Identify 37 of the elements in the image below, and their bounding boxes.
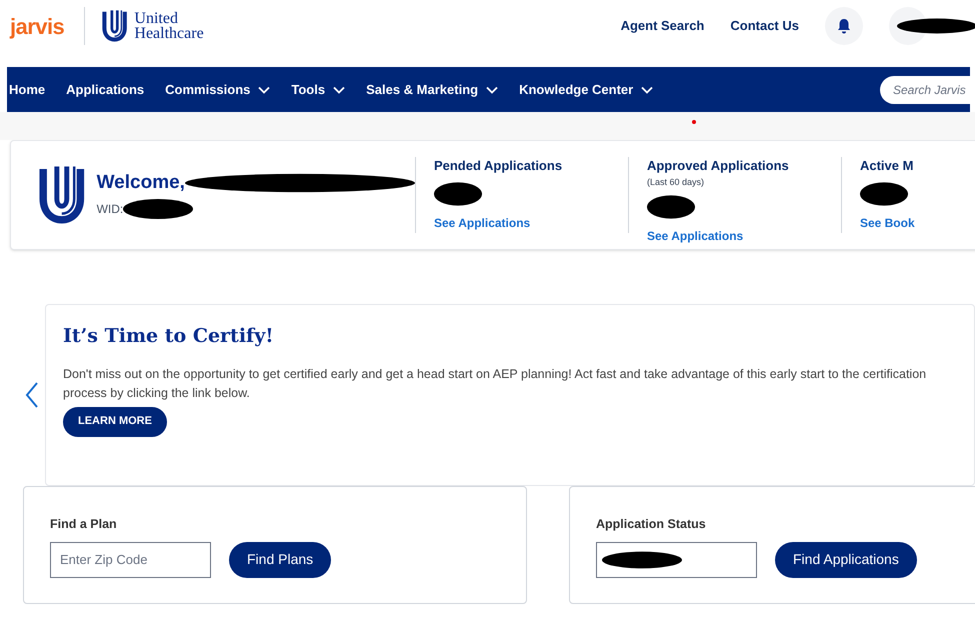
header-link[interactable]: Contact Us [730,16,799,36]
stat-title: Active M [860,157,914,175]
learn-more-button[interactable]: LEARN MORE [63,406,167,436]
redaction-mark [860,180,908,208]
nav-item[interactable]: Sales & Marketing [364,80,518,100]
chevron-left-icon [24,382,38,408]
logo-icon [101,9,128,43]
bell-icon [837,18,851,34]
stat-title: Approved Applications [646,157,790,175]
banner-title: It’s Time to Certify! [63,324,275,349]
stat-link[interactable]: See Book [860,214,975,232]
wid-label: WID: [96,201,124,218]
nav-item[interactable]: Commissions [163,80,290,100]
welcome-text: Welcome, [96,170,185,195]
stat-link[interactable]: See Applications [646,227,841,245]
banner-text: Don't miss out on the opportunity to get certified early and get a head start on AEP planning! Act fast and take advantage of this early start to the certification process by clicking the link below. [63,366,928,402]
search-field[interactable]: Search Jarvis [880,76,970,104]
notifications-button[interactable] [825,7,863,45]
nav-item[interactable]: Applications [64,80,164,100]
card-title: Application Status [596,516,707,533]
card-button[interactable]: Find Plans [229,542,332,578]
card-title: Find a Plan [50,516,118,533]
nav-item[interactable]: Knowledge Center [517,80,672,100]
nav-item[interactable]: Tools [289,80,364,100]
redaction-mark [434,180,482,208]
input-field[interactable]: Enter Zip Code [50,542,211,578]
input-field[interactable] [596,542,757,578]
redaction-mark [646,193,695,221]
redaction-mark [123,197,194,222]
header-link[interactable]: Agent Search [620,16,704,36]
nav-item[interactable]: Home [7,80,64,100]
partner-logo-text: United Healthcare [134,11,204,41]
logo-icon [37,164,87,226]
stat-title: Pended Applications [434,157,564,175]
stat-note: (Last 60 days) [646,176,705,189]
card-button[interactable]: Find Applications [775,542,917,578]
stat-link[interactable]: See Applications [434,214,628,232]
